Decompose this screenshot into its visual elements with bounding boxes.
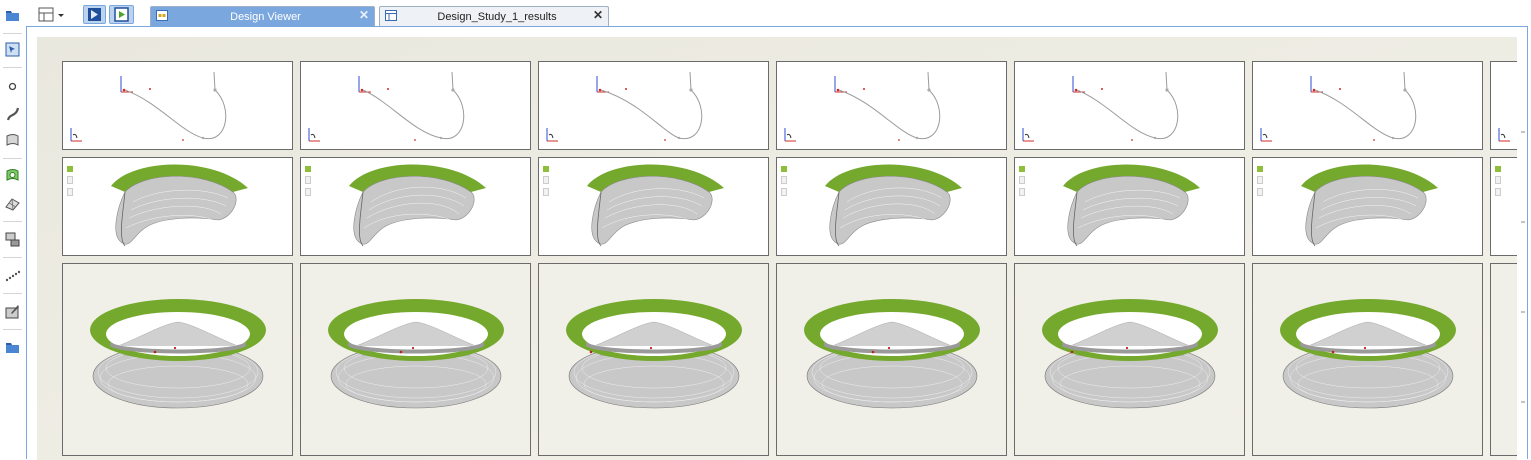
- target-value-label: [1495, 176, 1501, 184]
- top-view-thumbnail[interactable]: [62, 263, 293, 456]
- difference-label: [1495, 188, 1501, 196]
- profile-thumbnail[interactable]: [1014, 61, 1245, 150]
- target-value-label: [781, 176, 787, 184]
- difference-label: [543, 188, 549, 196]
- profile-thumbnail[interactable]: [1490, 61, 1517, 150]
- shape-icon[interactable]: [4, 231, 21, 248]
- iso-view-thumbnail[interactable]: [1490, 157, 1517, 256]
- top-view-thumbnail[interactable]: [1014, 263, 1245, 456]
- current-value-label: [305, 166, 311, 172]
- iso-view-thumbnail[interactable]: [776, 157, 1007, 256]
- profile-thumbnail[interactable]: [776, 61, 1007, 150]
- objective-labels: [781, 166, 787, 200]
- surface-icon[interactable]: [4, 131, 21, 148]
- profile-thumbnail[interactable]: [300, 61, 531, 150]
- point-icon[interactable]: [4, 78, 21, 95]
- iso-view-thumbnail[interactable]: [1252, 157, 1483, 256]
- design-viewer-panel: [26, 26, 1528, 460]
- tab-label: Design_Study_1_results: [437, 10, 557, 23]
- grid-icon: [156, 10, 168, 21]
- profile-thumbnail[interactable]: [1252, 61, 1483, 150]
- iso-view-thumbnail[interactable]: [1014, 157, 1245, 256]
- edit-icon[interactable]: [4, 303, 21, 320]
- top-view-thumbnail[interactable]: [1252, 263, 1483, 456]
- vertical-ruler: [1521, 131, 1525, 403]
- target-value-label: [1257, 176, 1263, 184]
- profile-thumbnail[interactable]: [62, 61, 293, 150]
- select-icon[interactable]: [4, 41, 21, 58]
- target-value-label: [67, 176, 73, 184]
- difference-label: [1257, 188, 1263, 196]
- current-value-label: [781, 166, 787, 172]
- mesh-icon[interactable]: [4, 195, 21, 212]
- dotted-line-icon[interactable]: [4, 267, 21, 284]
- target-value-label: [543, 176, 549, 184]
- iso-view-thumbnail[interactable]: [538, 157, 769, 256]
- close-icon[interactable]: ✕: [359, 8, 369, 22]
- tab-label: Design Viewer: [230, 10, 301, 23]
- top-view-thumbnail[interactable]: [538, 263, 769, 456]
- folder-icon[interactable]: [4, 7, 21, 24]
- objective-labels: [543, 166, 549, 200]
- left-toolbar: [0, 0, 27, 459]
- close-icon[interactable]: ✕: [593, 8, 603, 22]
- layout-icon[interactable]: [38, 5, 68, 24]
- back-icon[interactable]: [83, 5, 106, 24]
- iso-view-thumbnail[interactable]: [62, 157, 293, 256]
- tab-design-viewer[interactable]: Design Viewer ✕: [150, 6, 375, 26]
- objective-labels: [67, 166, 73, 200]
- region-icon[interactable]: [4, 167, 21, 184]
- target-value-label: [1019, 176, 1025, 184]
- objective-labels: [1019, 166, 1025, 200]
- top-view-thumbnail[interactable]: [776, 263, 1007, 456]
- current-value-label: [67, 166, 73, 172]
- play-icon[interactable]: [109, 5, 134, 24]
- difference-label: [67, 188, 73, 196]
- profile-thumbnail[interactable]: [538, 61, 769, 150]
- current-value-label: [1495, 166, 1501, 172]
- objective-labels: [305, 166, 311, 200]
- target-value-label: [305, 176, 311, 184]
- current-value-label: [1257, 166, 1263, 172]
- difference-label: [1019, 188, 1025, 196]
- iso-view-thumbnail[interactable]: [300, 157, 531, 256]
- top-view-thumbnail[interactable]: [300, 263, 531, 456]
- table-icon: [385, 10, 397, 21]
- design-grid[interactable]: [37, 37, 1517, 460]
- current-value-label: [1019, 166, 1025, 172]
- top-view-thumbnail[interactable]: [1490, 263, 1517, 456]
- objective-labels: [1257, 166, 1263, 200]
- folder-icon[interactable]: [4, 339, 21, 356]
- tab-design-study-results[interactable]: Design_Study_1_results ✕: [379, 6, 609, 26]
- objective-labels: [1495, 166, 1501, 200]
- current-value-label: [543, 166, 549, 172]
- top-toolbar: Design Viewer ✕ Design_Study_1_results ✕: [26, 0, 1531, 27]
- difference-label: [781, 188, 787, 196]
- difference-label: [305, 188, 311, 196]
- curve-icon[interactable]: [4, 105, 21, 122]
